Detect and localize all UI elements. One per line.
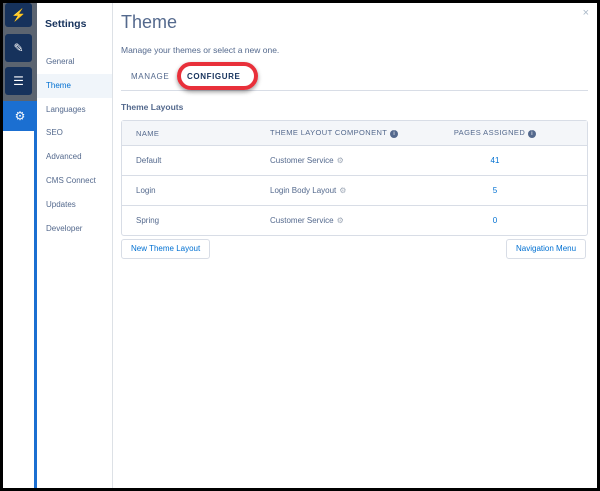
brush-icon[interactable]: ✎	[5, 34, 32, 62]
info-icon[interactable]: i	[390, 130, 399, 138]
new-theme-layout-button[interactable]: New Theme Layout	[121, 239, 211, 259]
info-icon[interactable]: i	[528, 130, 537, 138]
page-description: Manage your themes or select a new one.	[121, 45, 280, 55]
icon-rail: ⚡ ✎ ☰ ⚙	[3, 3, 37, 488]
cell-pages-link[interactable]: 0	[440, 216, 550, 225]
cell-name: Login	[136, 186, 156, 195]
sidebar-item-advanced[interactable]: Advanced	[37, 145, 112, 169]
app-frame: ⚡ ✎ ☰ ⚙ Settings General Theme Languages…	[3, 3, 597, 488]
header-component: THEME LAYOUT COMPONENT	[270, 128, 388, 137]
cell-pages-link[interactable]: 5	[440, 186, 550, 195]
sidebar-item-cms-connect[interactable]: CMS Connect	[37, 169, 112, 193]
gear-icon[interactable]: ⚙	[337, 216, 344, 225]
table-row: Default Customer Service ⚙ 41	[122, 145, 587, 175]
sidebar-item-theme[interactable]: Theme	[37, 73, 112, 98]
page-title: Theme	[121, 12, 178, 32]
sidebar-item-updates[interactable]: Updates	[37, 193, 112, 217]
sidebar-item-languages[interactable]: Languages	[37, 98, 112, 122]
tab-configure[interactable]: CONFIGURE	[187, 72, 240, 81]
navigation-menu-button[interactable]: Navigation Menu	[506, 239, 587, 259]
section-title: Theme Layouts	[121, 102, 184, 112]
cell-component: Customer Service	[270, 156, 334, 165]
table-header: NAME THEME LAYOUT COMPONENT i PAGES ASSIG…	[122, 121, 587, 145]
settings-sidebar: Settings General Theme Languages SEO Adv…	[37, 3, 113, 488]
sidebar-title: Settings	[45, 18, 87, 30]
cell-name: Default	[136, 156, 162, 165]
gear-icon[interactable]: ⚙	[339, 186, 346, 195]
sidebar-item-developer[interactable]: Developer	[37, 217, 112, 241]
cell-component: Login Body Layout	[270, 186, 337, 195]
sidebar-item-seo[interactable]: SEO	[37, 121, 112, 145]
lightning-icon[interactable]: ⚡	[5, 3, 32, 27]
gear-icon[interactable]: ⚙	[337, 156, 344, 165]
header-pages: PAGES ASSIGNED	[453, 128, 526, 137]
header-name: NAME	[136, 128, 160, 138]
cell-name: Spring	[136, 216, 160, 225]
cell-component: Customer Service	[270, 216, 334, 225]
table-row: Spring Customer Service ⚙ 0	[122, 205, 587, 235]
tab-manage[interactable]: MANAGE	[131, 72, 169, 81]
sidebar-item-general[interactable]: General	[37, 50, 112, 74]
main-panel: Theme Manage your themes or select a new…	[121, 3, 597, 259]
theme-layouts-table: NAME THEME LAYOUT COMPONENT i PAGES ASSIG…	[121, 120, 588, 236]
cell-pages-link[interactable]: 41	[440, 156, 550, 165]
gear-icon[interactable]: ⚙	[3, 101, 37, 131]
tab-bar: MANAGE CONFIGURE	[121, 62, 588, 91]
list-icon[interactable]: ☰	[5, 67, 32, 95]
table-row: Login Login Body Layout ⚙ 5	[122, 175, 587, 205]
